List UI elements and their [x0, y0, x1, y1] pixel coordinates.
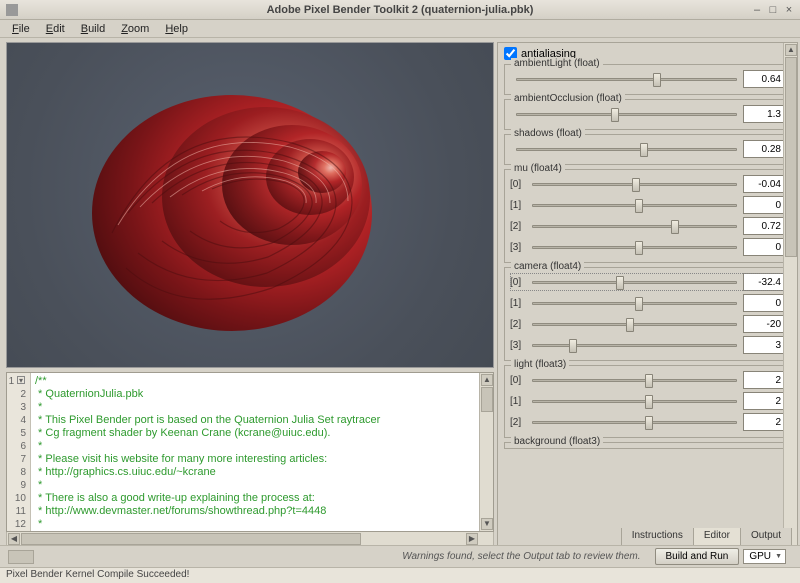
- mu-2-idx: [2]: [510, 221, 526, 232]
- label-light: light (float3): [511, 359, 569, 370]
- slider-light-1[interactable]: [532, 392, 737, 410]
- value-camera-3[interactable]: [743, 336, 785, 354]
- params-scroll-thumb[interactable]: [785, 57, 797, 257]
- menu-help[interactable]: Help: [157, 21, 196, 37]
- slider-mu-3[interactable]: [532, 238, 737, 256]
- label-camera: camera (float4): [511, 261, 584, 272]
- right-tabs: Instructions Editor Output: [622, 528, 792, 546]
- scroll-down-icon[interactable]: ▼: [481, 518, 493, 530]
- group-ambientlight: ambientLight (float): [504, 64, 791, 95]
- value-camera-0[interactable]: [743, 273, 785, 291]
- value-mu-2[interactable]: [743, 217, 785, 235]
- code-vscrollbar[interactable]: ▲ ▼: [479, 373, 493, 531]
- label-mu: mu (float4): [511, 163, 565, 174]
- camera-0-idx: [0]: [510, 277, 526, 288]
- label-shadows: shadows (float): [511, 128, 585, 139]
- slider-camera-1[interactable]: [532, 294, 737, 312]
- app-icon: [6, 4, 18, 16]
- slider-camera-3[interactable]: [532, 336, 737, 354]
- value-mu-1[interactable]: [743, 196, 785, 214]
- code-editor[interactable]: 1 ▾ 2345678910111213 /** * QuaternionJul…: [6, 372, 494, 532]
- menu-file[interactable]: File: [4, 21, 38, 37]
- menu-bar: File Edit Build Zoom Help: [0, 20, 800, 38]
- light-2-idx: [2]: [510, 417, 526, 428]
- menu-zoom[interactable]: Zoom: [113, 21, 157, 37]
- group-shadows: shadows (float): [504, 134, 791, 165]
- mu-3-idx: [3]: [510, 242, 526, 253]
- slider-light-0[interactable]: [532, 371, 737, 389]
- label-background: background (float3): [511, 436, 603, 447]
- slider-mu-2[interactable]: [532, 217, 737, 235]
- line-gutter: 1 ▾ 2345678910111213: [7, 373, 31, 531]
- tab-instructions[interactable]: Instructions: [621, 528, 694, 546]
- camera-2-idx: [2]: [510, 319, 526, 330]
- group-light: light (float3) [0] [1] [2]: [504, 365, 791, 438]
- title-bar: Adobe Pixel Bender Toolkit 2 (quaternion…: [0, 0, 800, 20]
- slider-light-2[interactable]: [532, 413, 737, 431]
- value-light-0[interactable]: [743, 371, 785, 389]
- value-light-2[interactable]: [743, 413, 785, 431]
- warning-message: Warnings found, select the Output tab to…: [402, 551, 640, 562]
- hscroll-thumb[interactable]: [21, 533, 361, 545]
- camera-3-idx: [3]: [510, 340, 526, 351]
- scroll-up-icon[interactable]: ▲: [481, 374, 493, 386]
- bottom-toolbar: Warnings found, select the Output tab to…: [0, 545, 800, 567]
- device-select[interactable]: GPU: [743, 549, 786, 564]
- slider-mu-1[interactable]: [532, 196, 737, 214]
- window-title: Adobe Pixel Bender Toolkit 2 (quaternion…: [267, 4, 534, 16]
- value-shadows[interactable]: [743, 140, 785, 158]
- scroll-right-icon[interactable]: ▶: [466, 533, 478, 545]
- tool-icon[interactable]: [8, 550, 34, 564]
- tab-output[interactable]: Output: [740, 528, 792, 546]
- slider-mu-0[interactable]: [532, 175, 737, 193]
- value-ambientocclusion[interactable]: [743, 105, 785, 123]
- close-button[interactable]: ×: [782, 3, 796, 17]
- value-light-1[interactable]: [743, 392, 785, 410]
- value-camera-1[interactable]: [743, 294, 785, 312]
- tab-editor[interactable]: Editor: [693, 528, 741, 546]
- light-1-idx: [1]: [510, 396, 526, 407]
- status-bar: Pixel Bender Kernel Compile Succeeded!: [0, 567, 800, 583]
- slider-camera-2[interactable]: [532, 315, 737, 333]
- scroll-thumb[interactable]: [481, 387, 493, 412]
- code-hscrollbar[interactable]: ◀ ▶: [6, 532, 494, 546]
- slider-shadows[interactable]: [516, 140, 737, 158]
- value-mu-0[interactable]: [743, 175, 785, 193]
- value-ambientlight[interactable]: [743, 70, 785, 88]
- minimize-button[interactable]: –: [750, 3, 764, 17]
- value-camera-2[interactable]: [743, 315, 785, 333]
- group-background: background (float3): [504, 442, 791, 449]
- menu-build[interactable]: Build: [73, 21, 113, 37]
- params-scroll-up-icon[interactable]: ▲: [785, 44, 797, 56]
- group-ambientocclusion: ambientOcclusion (float): [504, 99, 791, 130]
- mu-0-idx: [0]: [510, 179, 526, 190]
- code-text[interactable]: /** * QuaternionJulia.pbk * * This Pixel…: [31, 373, 479, 531]
- build-run-button[interactable]: Build and Run: [655, 548, 740, 565]
- slider-camera-0[interactable]: [532, 273, 737, 291]
- menu-edit[interactable]: Edit: [38, 21, 73, 37]
- fractal-render: [92, 83, 382, 335]
- slider-ambientocclusion[interactable]: [516, 105, 737, 123]
- label-ambientocclusion: ambientOcclusion (float): [511, 93, 625, 104]
- group-camera: camera (float4) [0] [1] [2] [3]: [504, 267, 791, 361]
- group-mu: mu (float4) [0] [1] [2] [3]: [504, 169, 791, 263]
- params-scrollbar[interactable]: ▲ ▼: [783, 43, 797, 575]
- scroll-left-icon[interactable]: ◀: [8, 533, 20, 545]
- camera-1-idx: [1]: [510, 298, 526, 309]
- parameters-panel: antialiasing ambientLight (float) ambien…: [497, 42, 798, 576]
- preview-canvas[interactable]: [6, 42, 494, 368]
- slider-ambientlight[interactable]: [516, 70, 737, 88]
- mu-1-idx: [1]: [510, 200, 526, 211]
- light-0-idx: [0]: [510, 375, 526, 386]
- value-mu-3[interactable]: [743, 238, 785, 256]
- label-ambientlight: ambientLight (float): [511, 58, 603, 69]
- maximize-button[interactable]: □: [766, 3, 780, 17]
